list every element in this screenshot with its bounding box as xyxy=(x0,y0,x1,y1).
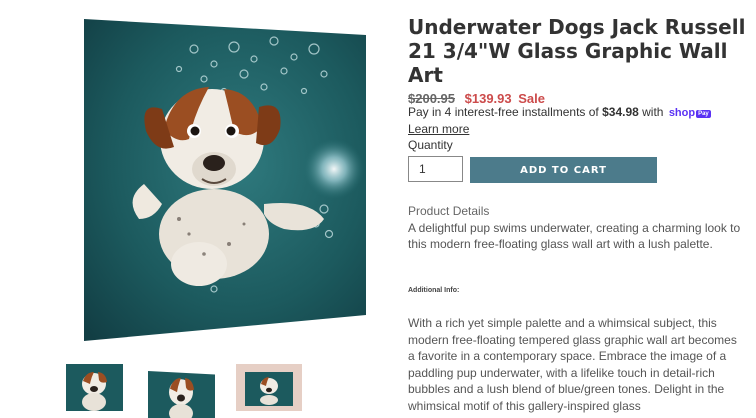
thumbnail-strip xyxy=(0,364,400,418)
installment-amount: $34.98 xyxy=(602,105,639,119)
shop-pay-badge: Pay xyxy=(696,110,711,118)
product-title: Underwater Dogs Jack Russell 21 3/4"W Gl… xyxy=(408,15,746,87)
additional-info-text: With a rich yet simple palette and a whi… xyxy=(408,316,737,413)
quantity-input[interactable] xyxy=(408,156,463,182)
underwater-dog-photo-icon xyxy=(84,19,366,341)
installments-message: Pay in 4 interest-free installments of $… xyxy=(408,104,711,121)
additional-info-heading: Additional Info: xyxy=(408,287,460,294)
thumbnail-front[interactable] xyxy=(66,364,123,411)
thumb-room-icon xyxy=(236,364,302,411)
shop-pay-logo: shop Pay xyxy=(669,105,711,121)
thumbnail-room[interactable] xyxy=(236,364,302,411)
installments-text: Pay in 4 interest-free installments of xyxy=(408,105,603,119)
installments-with: with xyxy=(638,105,667,119)
thumb-front-icon xyxy=(66,364,123,411)
shop-pay-brand: shop xyxy=(668,107,696,119)
main-product-image[interactable] xyxy=(84,19,366,341)
product-gallery xyxy=(0,0,400,418)
product-details-text: A delightful pup swims underwater, creat… xyxy=(408,221,741,251)
learn-more-link[interactable]: Learn more xyxy=(408,121,469,137)
product-info: Underwater Dogs Jack Russell 21 3/4"W Gl… xyxy=(408,15,745,413)
product-details-heading: Product Details xyxy=(408,204,490,218)
quantity-label: Quantity xyxy=(408,138,453,152)
add-to-cart-button[interactable]: ADD TO CART xyxy=(470,157,657,183)
